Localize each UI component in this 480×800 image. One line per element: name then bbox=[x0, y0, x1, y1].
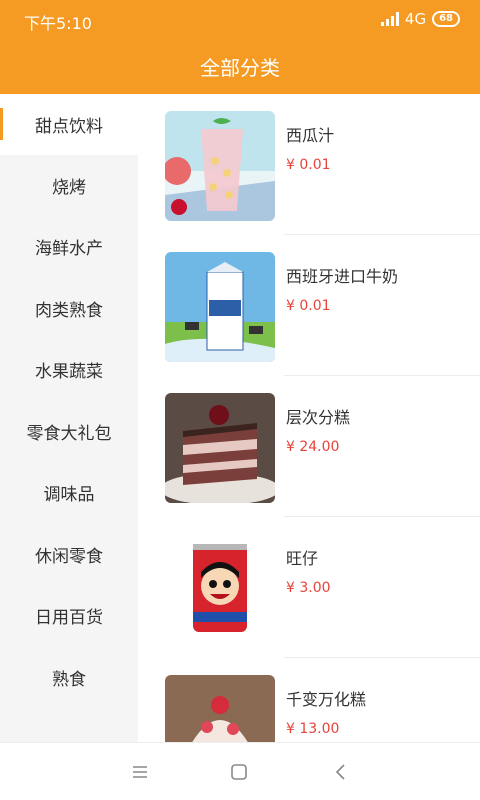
signal-icon bbox=[380, 12, 399, 26]
status-time: 下午5:10 bbox=[24, 14, 92, 33]
sidebar-item-label: 海鲜水产 bbox=[35, 239, 103, 259]
product-image-watermelon-juice bbox=[165, 111, 275, 221]
page-title: 全部分类 bbox=[0, 42, 480, 94]
product-price: ¥ 3.00 bbox=[286, 580, 331, 596]
sidebar-item-desserts-drinks[interactable]: 甜点饮料 bbox=[0, 94, 138, 155]
sidebar-item-bbq[interactable]: 烧烤 bbox=[0, 155, 138, 216]
sidebar-item-deli[interactable]: 熟食 bbox=[0, 647, 138, 708]
sidebar-item-snack-pack[interactable]: 零食大礼包 bbox=[0, 401, 138, 462]
back-icon[interactable] bbox=[328, 759, 354, 785]
sidebar-item-leisure-snacks[interactable]: 休闲零食 bbox=[0, 524, 138, 585]
sidebar-item-label: 甜点饮料 bbox=[35, 117, 103, 137]
sidebar-item-daily-goods[interactable]: 日用百货 bbox=[0, 585, 138, 646]
product-image-wangzai-can bbox=[165, 534, 275, 644]
sidebar-item-label: 熟食 bbox=[52, 670, 86, 690]
product-image-milk-carton bbox=[165, 252, 275, 362]
product-item[interactable]: 旺仔 ¥ 3.00 bbox=[138, 517, 480, 658]
sidebar-item-seafood[interactable]: 海鲜水产 bbox=[0, 216, 138, 277]
product-name: 千变万化糕 bbox=[286, 690, 367, 709]
menu-icon[interactable] bbox=[127, 759, 153, 785]
sidebar-item-label: 烧烤 bbox=[52, 178, 86, 198]
product-image-layer-cake bbox=[165, 393, 275, 503]
sidebar-item-label: 肉类熟食 bbox=[35, 301, 103, 321]
product-price: ¥ 0.01 bbox=[286, 298, 331, 314]
product-name: 层次分糕 bbox=[286, 408, 351, 427]
product-list[interactable]: 西瓜汁 ¥ 0.01 西班牙进口牛奶 ¥ 0.01 层次分糕 ¥ 24.00 旺… bbox=[138, 94, 480, 742]
product-item[interactable]: 千变万化糕 ¥ 13.00 bbox=[138, 658, 480, 742]
product-name: 西班牙进口牛奶 bbox=[286, 267, 399, 286]
sidebar-item-fruit-veg[interactable]: 水果蔬菜 bbox=[0, 339, 138, 400]
sidebar-item-label: 休闲零食 bbox=[35, 547, 103, 567]
product-item[interactable]: 西班牙进口牛奶 ¥ 0.01 bbox=[138, 235, 480, 376]
network-type: 4G bbox=[404, 10, 427, 28]
product-name: 西瓜汁 bbox=[286, 126, 335, 145]
product-item[interactable]: 层次分糕 ¥ 24.00 bbox=[138, 376, 480, 517]
sidebar-item-label: 调味品 bbox=[43, 485, 95, 505]
system-nav-bar bbox=[0, 742, 480, 800]
status-bar: 下午5:10 4G 68 bbox=[0, 0, 480, 42]
sidebar-item-label: 水果蔬菜 bbox=[35, 362, 103, 382]
home-icon[interactable] bbox=[226, 759, 252, 785]
sidebar-item-cooked-meat[interactable]: 肉类熟食 bbox=[0, 278, 138, 339]
product-image-cream-cake bbox=[165, 675, 275, 742]
product-price: ¥ 13.00 bbox=[286, 721, 340, 737]
sidebar-item-seasoning[interactable]: 调味品 bbox=[0, 462, 138, 523]
status-indicators: 4G 68 bbox=[380, 10, 460, 28]
product-name: 旺仔 bbox=[286, 549, 319, 568]
sidebar-item-label: 日用百货 bbox=[35, 608, 103, 628]
category-sidebar: 甜点饮料 烧烤 海鲜水产 肉类熟食 水果蔬菜 零食大礼包 调味品 休闲零食 日用… bbox=[0, 94, 138, 742]
product-item[interactable]: 西瓜汁 ¥ 0.01 bbox=[138, 94, 480, 235]
product-price: ¥ 0.01 bbox=[286, 157, 331, 173]
sidebar-item-label: 零食大礼包 bbox=[26, 424, 112, 444]
battery-icon: 68 bbox=[432, 11, 460, 27]
product-price: ¥ 24.00 bbox=[286, 439, 340, 455]
